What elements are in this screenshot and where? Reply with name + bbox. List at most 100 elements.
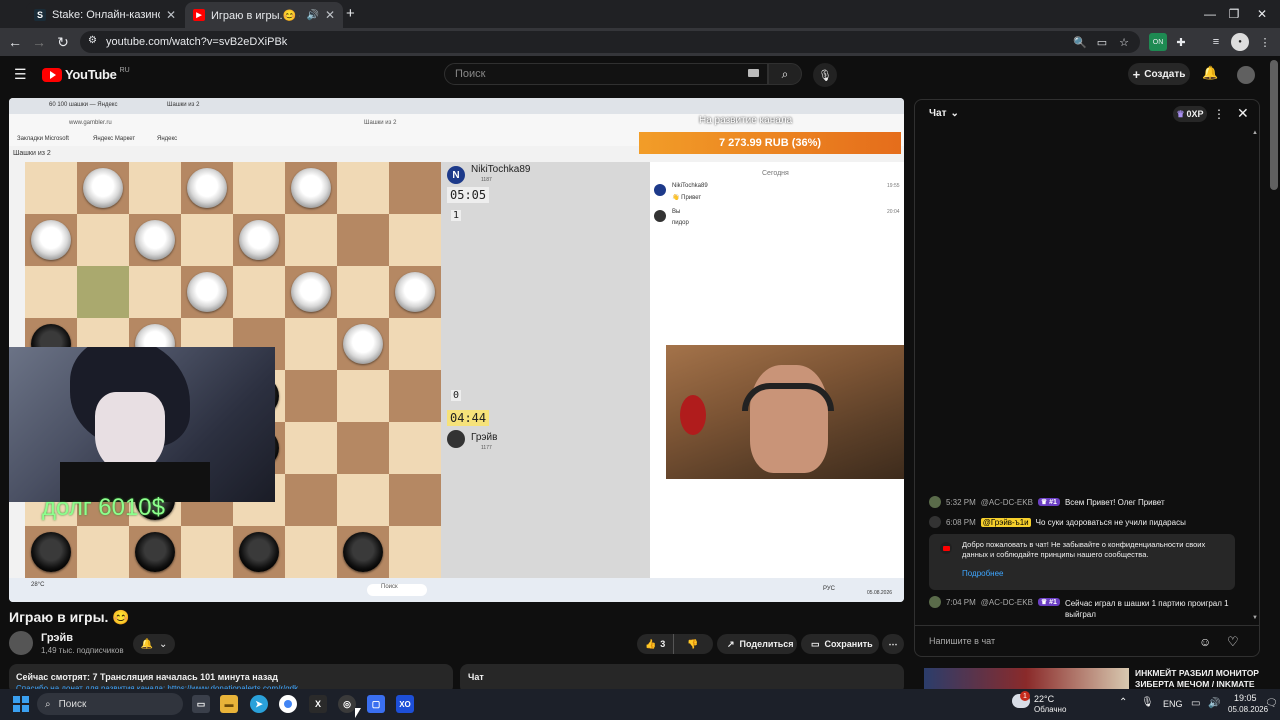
app-blue-icon[interactable]: ▢: [367, 695, 385, 713]
thumbs-down-icon: 👎: [687, 638, 699, 649]
keyboard-icon[interactable]: [748, 69, 759, 77]
new-tab-button[interactable]: +: [346, 5, 355, 22]
display-icon[interactable]: ▭: [1191, 698, 1200, 709]
address-bar[interactable]: ⚙ youtube.com/watch?v=svB2eDXiPBk: [80, 31, 1140, 53]
speaker-icon[interactable]: 🔊: [306, 10, 318, 21]
thumbs-up-icon: 👍: [645, 638, 657, 649]
xo-app-icon[interactable]: XO: [396, 695, 414, 713]
cast-icon[interactable]: ▭: [1093, 33, 1111, 51]
game-chat-user: NikiTochka89: [672, 183, 708, 189]
close-tab-icon[interactable]: ✕: [325, 8, 335, 22]
live-stats: Сейчас смотрят: 7 Трансляция началась 10…: [16, 672, 278, 682]
close-window-button[interactable]: ✕: [1239, 0, 1280, 28]
like-button[interactable]: 👍 3: [637, 634, 675, 654]
stream-taskbar: 28°C Поиск РУС 05.08.2026: [9, 578, 904, 602]
recommended-thumbnail[interactable]: [924, 668, 1129, 690]
windows-start-icon[interactable]: [13, 696, 29, 712]
extension-on-icon[interactable]: ON: [1149, 33, 1167, 51]
chat-scroll-down-icon[interactable]: ▼: [1252, 615, 1258, 621]
clock-date[interactable]: 05.08.2026: [1228, 705, 1268, 714]
share-icon: ↗: [727, 638, 735, 649]
dislike-button[interactable]: 👎: [679, 639, 706, 650]
channel-avatar[interactable]: [9, 631, 33, 655]
chat-message-user[interactable]: @AC-DC-EKB: [981, 498, 1033, 507]
game-chat-avatar: [654, 184, 666, 196]
browser-tab-youtube[interactable]: ▶ Играю в игры.😊 - YouTub 🔊 ✕: [185, 2, 343, 28]
stream-search-label: Поиск: [381, 584, 398, 590]
share-button[interactable]: ↗ Поделиться: [717, 634, 797, 654]
search-button[interactable]: ⌕: [768, 63, 802, 85]
notification-center-icon[interactable]: 🗨: [1265, 698, 1278, 709]
back-arrow-icon[interactable]: ←: [5, 32, 25, 52]
punching-bag: [680, 395, 706, 435]
chat-owner-name[interactable]: @Грэйв-ъ1и: [980, 518, 1031, 527]
chat-more-icon[interactable]: ⋮: [1213, 107, 1225, 121]
chrome-icon[interactable]: [279, 695, 297, 713]
obs-icon[interactable]: ◎: [338, 695, 356, 713]
subscriber-count: 1,49 тыс. подписчиков: [41, 646, 124, 655]
board-square: [285, 162, 337, 214]
notifications-bell-icon[interactable]: 🔔: [1202, 65, 1218, 81]
anime-overlay: [9, 347, 275, 502]
board-square: [129, 214, 181, 266]
player-timer: 04:44: [447, 410, 490, 426]
channel-name[interactable]: Грэйв: [41, 632, 73, 644]
board-square: [181, 266, 233, 318]
board-square: [285, 318, 337, 370]
browser-menu-icon[interactable]: ⋮: [1256, 33, 1274, 51]
more-actions-button[interactable]: ⋯: [882, 634, 904, 654]
site-info-icon[interactable]: ⚙: [88, 35, 97, 46]
microphone-tray-icon[interactable]: 🎙: [1141, 697, 1154, 708]
taskbar-search-label: Поиск: [58, 698, 87, 710]
telegram-icon[interactable]: ➤: [250, 695, 268, 713]
game-info-panel: N NikiTochka89 1187 05:05 1 0 04:44 Грэй…: [441, 162, 650, 578]
chat-input[interactable]: Напишите в чат: [929, 631, 1193, 651]
search-input[interactable]: Поиск: [444, 63, 768, 85]
emoji-icon[interactable]: ☺: [1199, 635, 1211, 649]
account-avatar[interactable]: [1237, 66, 1255, 84]
badge-rank: #1: [1049, 499, 1057, 506]
subscription-bell-button[interactable]: 🔔 ⌄: [133, 634, 175, 654]
forward-arrow-icon[interactable]: →: [29, 32, 49, 52]
membership-badge: ♛ #1: [1037, 598, 1060, 606]
learn-more-link[interactable]: Подробнее: [962, 569, 1004, 578]
stream-tab2-label: Шашки из 2: [167, 102, 200, 108]
opponent-name: NikiTochka89: [471, 164, 531, 175]
language-indicator[interactable]: ENG: [1163, 699, 1183, 709]
hamburger-menu-icon[interactable]: ☰: [14, 66, 27, 83]
close-tab-icon[interactable]: ✕: [166, 8, 176, 22]
browser-tab-stake[interactable]: S Stake: Онлайн-казино и ставк ✕: [26, 2, 184, 28]
clock-time[interactable]: 19:05: [1234, 693, 1257, 703]
task-view-icon[interactable]: ▭: [192, 695, 210, 713]
board-square: [25, 162, 77, 214]
weather-temp[interactable]: 22°C: [1034, 694, 1054, 704]
zoom-icon[interactable]: 🔍: [1071, 33, 1089, 51]
chat-message-user[interactable]: @AC-DC-EKB: [981, 598, 1033, 607]
xp-badge[interactable]: ♛ 0XP: [1173, 106, 1207, 122]
media-control-icon[interactable]: ≡: [1207, 33, 1225, 51]
black-checker: [239, 532, 279, 572]
file-explorer-icon[interactable]: ▬: [220, 695, 238, 713]
recommended-title[interactable]: ИНКМЕЙТ РАЗБИЛ МОНИТОР ЗИБЕРТА МЕЧОМ / I…: [1135, 668, 1267, 690]
voice-search-button[interactable]: 🎙: [813, 63, 837, 87]
profile-avatar-icon[interactable]: ●: [1231, 33, 1249, 51]
logo-region: RU: [119, 67, 130, 74]
reload-icon[interactable]: ↻: [53, 32, 73, 52]
heart-icon[interactable]: ♡: [1227, 634, 1239, 650]
youtube-logo[interactable]: YouTube RU: [42, 67, 130, 82]
game-chat-text: 👋 Привет: [672, 195, 702, 201]
extensions-puzzle-icon[interactable]: ✚: [1172, 33, 1190, 51]
app-x-icon[interactable]: X: [309, 695, 327, 713]
bookmark-star-icon[interactable]: ☆: [1115, 33, 1133, 51]
video-player[interactable]: 60 100 шашки — Яндекс Шашки из 2 www.gam…: [9, 98, 904, 602]
create-button[interactable]: + Создать: [1128, 63, 1190, 85]
save-button[interactable]: ▭ Сохранить: [801, 634, 879, 654]
taskbar-search[interactable]: ⌕ Поиск: [37, 693, 183, 715]
chat-scroll-up-icon[interactable]: ▲: [1252, 130, 1258, 136]
chat-mode-selector[interactable]: Чат ⌄: [929, 108, 959, 119]
close-icon[interactable]: ✕: [1237, 105, 1249, 122]
tray-chevron-up-icon[interactable]: ⌃: [1119, 697, 1127, 708]
weather-text[interactable]: Облачно: [1034, 705, 1066, 714]
page-scrollbar[interactable]: [1270, 60, 1278, 190]
volume-icon[interactable]: 🔊: [1208, 698, 1220, 709]
